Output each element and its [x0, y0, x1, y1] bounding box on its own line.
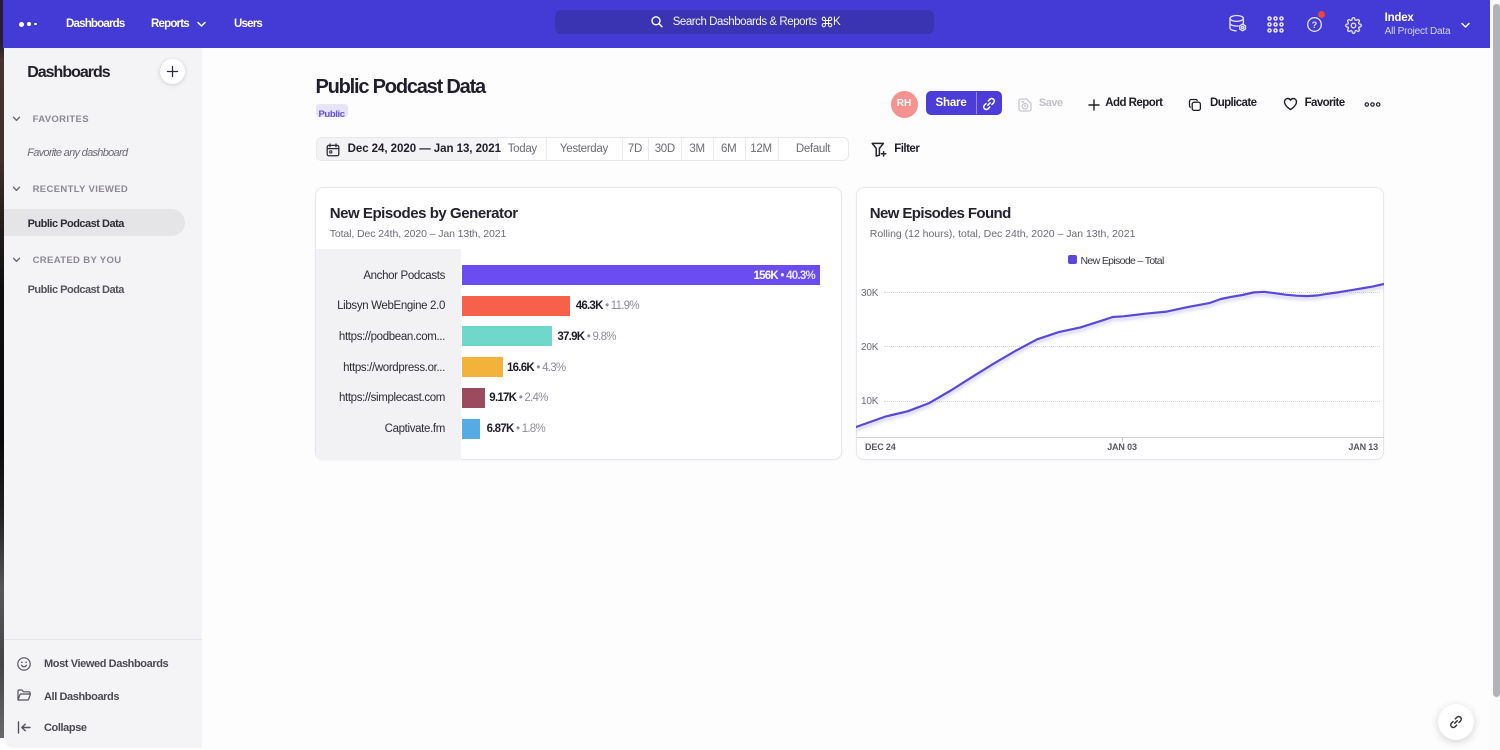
- svg-text:?: ?: [1312, 20, 1318, 30]
